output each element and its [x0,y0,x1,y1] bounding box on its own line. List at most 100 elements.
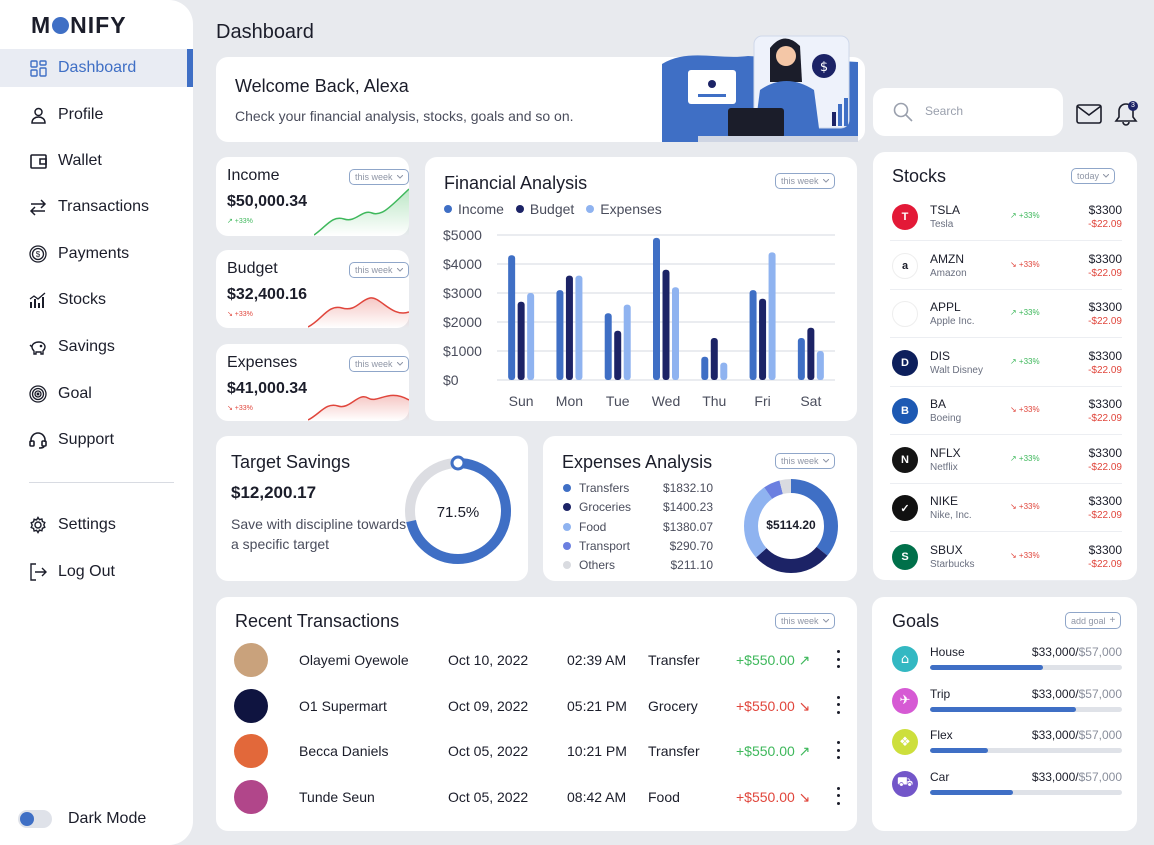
goal-progress-bar [930,789,1122,795]
goal-row-trip[interactable]: ✈ Trip $33,000/$57,000 [892,686,1122,716]
sidebar-item-goal[interactable]: Goal [0,375,193,413]
sidebar-item-label: Goal [58,385,92,402]
legend-item-income[interactable]: Income [444,201,504,217]
search-icon [893,102,913,122]
expenses-filter[interactable]: this week [349,356,409,372]
more-options-icon[interactable] [836,695,840,714]
bar-budget-sun[interactable] [517,301,525,380]
bar-expenses-mon[interactable] [575,275,583,380]
transaction-row[interactable]: Becca Daniels Oct 05, 2022 10:21 PM Transfe… [234,733,844,769]
transaction-row[interactable]: O1 Supermart Oct 09, 2022 05:21 PM Grocery +… [234,688,844,724]
bar-income-wed[interactable] [653,237,660,380]
y-tick-label: $1000 [443,343,482,359]
bar-income-sun[interactable] [508,255,516,380]
brand-logo[interactable]: M NIFY [31,12,127,39]
bar-expenses-sun[interactable] [527,293,535,380]
sidebar-item-label: Wallet [58,152,102,169]
stock-row-sbux[interactable]: S SBUX Starbucks ↘ +33% $3300 -$22.09 [890,533,1122,581]
bar-income-sat[interactable] [797,337,805,380]
stock-row-nflx[interactable]: N NFLX Netflix ↗ +33% $3300 -$22.09 [890,436,1122,484]
stock-row-tsla[interactable]: T TSLA Tesla ↗ +33% $3300 -$22.09 [890,193,1122,241]
more-dot [836,756,840,759]
legend-item-budget[interactable]: Budget [515,201,574,217]
bar-expenses-thu[interactable] [720,362,728,380]
sidebar-item-stocks[interactable]: Stocks [0,281,193,319]
goal-row-car[interactable]: ⛟ Car $33,000/$57,000 [892,769,1122,799]
mail-icon[interactable] [1076,104,1102,124]
transactions-filter[interactable]: this week [775,613,835,629]
legend-dot [515,205,524,213]
avatar [234,734,268,768]
more-options-icon[interactable] [836,741,840,759]
bar-budget-fri[interactable] [759,298,767,380]
filter-label: this week [355,359,393,369]
stock-row-nike[interactable]: ✓ NIKE Nike, Inc. ↘ +33% $3300 -$22.09 [890,484,1122,532]
stock-row-ba[interactable]: B BA Boeing ↘ +33% $3300 -$22.09 [890,387,1122,435]
sidebar-item-dashboard[interactable]: Dashboard [0,49,193,87]
stocks-filter[interactable]: today [1071,168,1116,184]
bar-budget-wed[interactable] [662,269,670,380]
y-tick-label: $2000 [443,314,482,330]
avatar [234,688,268,723]
welcome-illustration: $ [662,35,858,142]
stock-ticker: NFLX [930,445,961,460]
sidebar-item-settings[interactable]: Settings [0,506,193,544]
transaction-row[interactable]: Tunde Seun Oct 05, 2022 08:42 AM Food +$550.… [234,779,844,815]
stock-row-amzn[interactable]: a AMZN Amazon ↘ +33% $3300 -$22.09 [890,242,1122,290]
financial-analysis-filter[interactable]: this week [775,173,835,189]
goal-row-house[interactable]: ⌂ House $33,000/$57,000 [892,644,1122,674]
sidebar-item-support[interactable]: Support [0,421,193,459]
bar-budget-sat[interactable] [807,327,815,380]
filter-label: this week [781,616,819,626]
target-savings-card: Target Savings $12,200.17 Save with disc… [216,436,528,581]
expenses-analysis-filter[interactable]: this week [775,453,835,469]
stock-name: Netflix [930,461,958,473]
expense-label: Groceries [579,499,632,514]
bar-expenses-fri[interactable] [768,252,776,380]
sidebar-item-wallet[interactable]: Wallet [0,142,193,180]
income-filter[interactable]: this week [349,169,409,185]
bar-income-tue[interactable] [604,313,612,380]
bar-budget-tue[interactable] [614,330,622,380]
stock-price: $3300 [1088,348,1122,363]
stock-price: $3300 [1088,494,1122,508]
bar-budget-thu[interactable] [710,337,718,380]
headset-icon [29,431,47,449]
logo-letter: N [901,453,909,466]
sidebar-item-payments[interactable]: $ Payments [0,235,193,273]
more-options-icon[interactable] [836,786,840,805]
expense-dot [563,541,571,550]
stock-row-appl[interactable]: APPL Apple Inc. ↗ +33% $3300 -$22.09 [890,290,1122,338]
budget-filter[interactable]: this week [349,262,409,278]
legend-item-expenses[interactable]: Expenses [586,201,662,217]
stock-row-dis[interactable]: D DIS Walt Disney ↗ +33% $3300 -$22.09 [890,339,1122,387]
bar-income-fri[interactable] [749,290,757,380]
stock-delta: -$22.09 [1088,413,1122,424]
stock-ticker: BA [930,397,947,411]
sidebar-item-savings[interactable]: Savings [0,328,193,366]
search-box[interactable]: Search [873,88,1063,136]
bar-expenses-wed[interactable] [672,287,679,380]
transaction-row[interactable]: Olayemi Oyewole Oct 10, 2022 02:39 AM Trans… [234,642,844,678]
expense-value: $1380.07 [662,519,713,534]
sidebar-item-profile[interactable]: Profile [0,96,193,134]
legend-label: Expenses [600,201,662,217]
bar-budget-mon[interactable] [565,275,573,380]
bar-income-mon[interactable] [556,290,564,380]
sidebar-item-logout[interactable]: Log Out [0,553,193,591]
x-tick-label: Mon [556,393,583,409]
budget-title: Budget [227,260,278,277]
bar-expenses-tue[interactable] [623,304,631,380]
bar-income-thu[interactable] [701,356,709,380]
add-goal-button[interactable]: add goal + [1065,612,1122,629]
more-options-icon[interactable] [836,650,840,668]
notification-badge: 3 [1128,101,1138,111]
stock-ticker: APPL [930,300,961,314]
x-tick-label: Fri [754,393,770,409]
goal-row-flex[interactable]: ❖ Flex $33,000/$57,000 [892,727,1122,757]
bar-expenses-sat[interactable] [816,351,824,380]
dark-mode-toggle[interactable] [18,810,52,828]
goal-saved: $33,000/ [1031,769,1079,784]
stock-name: Nike, Inc. [930,510,972,521]
sidebar-item-transactions[interactable]: Transactions [0,188,193,226]
